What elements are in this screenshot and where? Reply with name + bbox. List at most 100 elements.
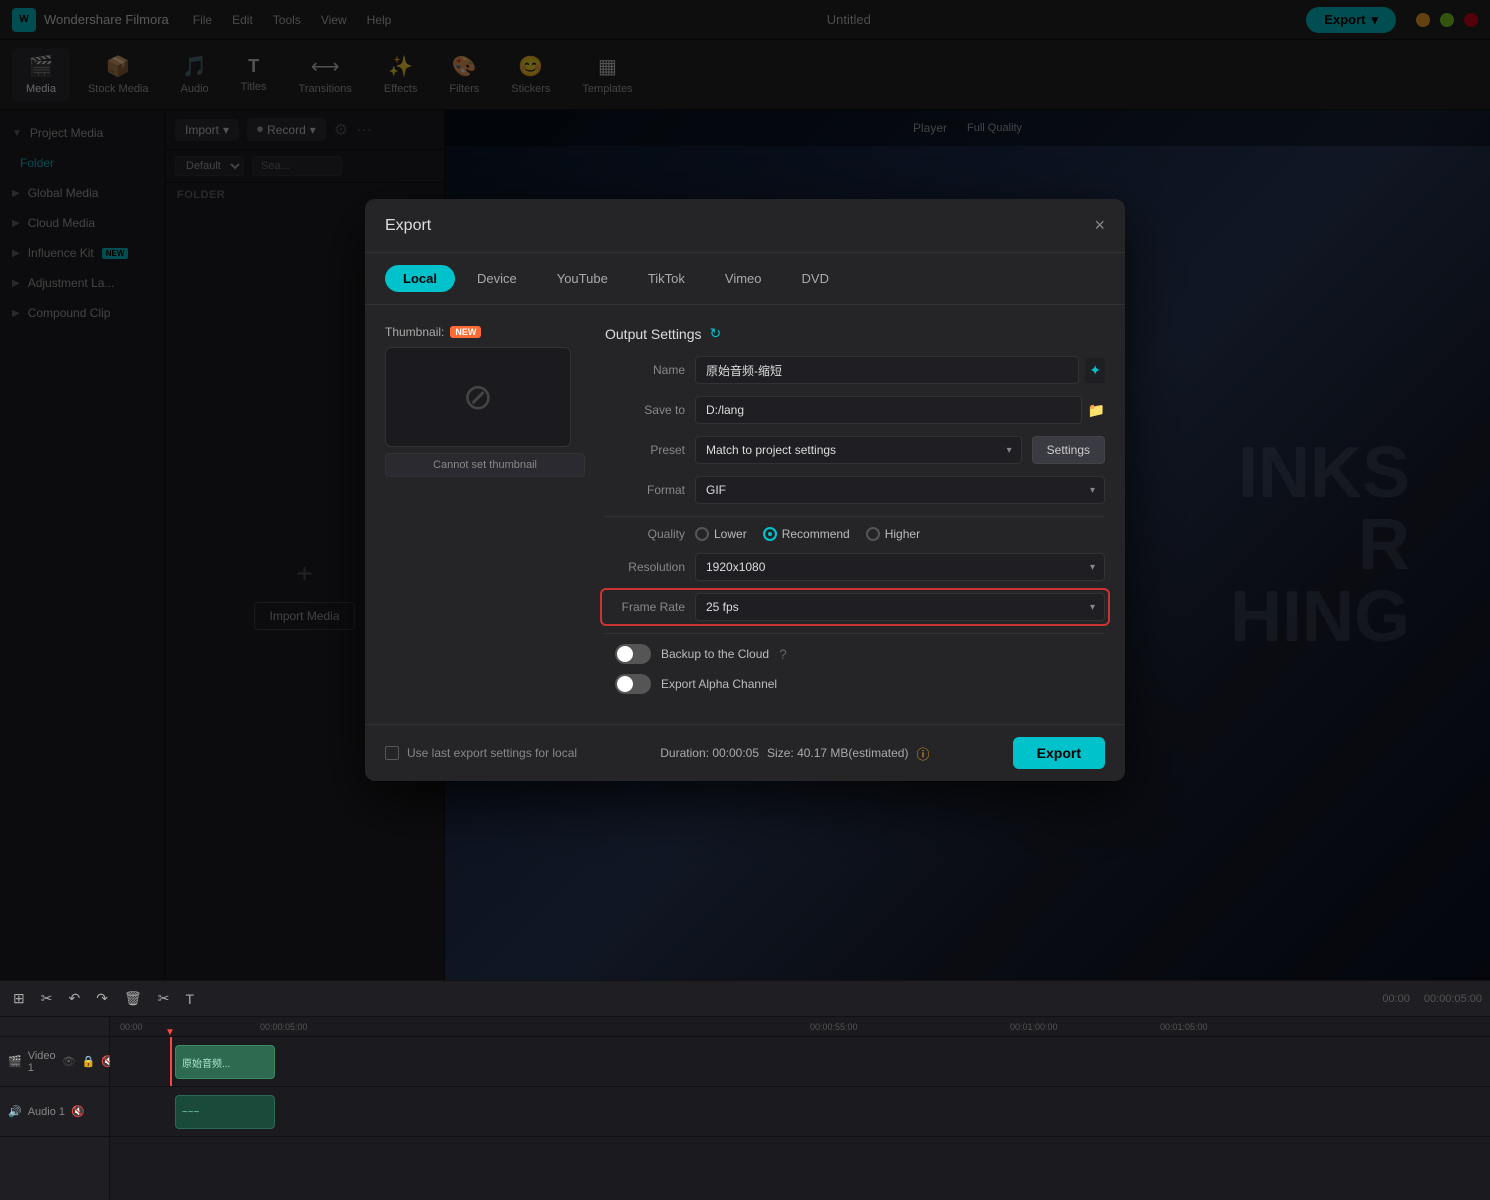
cut-button[interactable]: ✂ bbox=[153, 987, 175, 1010]
quality-row: Quality Lower Recommend Higher bbox=[605, 527, 1105, 541]
tab-youtube[interactable]: YouTube bbox=[539, 265, 626, 292]
browse-folder-button[interactable]: 📁 bbox=[1088, 402, 1105, 419]
clip-label: 原始音频... bbox=[182, 1055, 230, 1070]
delete-button[interactable]: 🗑 bbox=[119, 987, 147, 1010]
frame-rate-select[interactable]: 25 fps bbox=[695, 593, 1105, 621]
tab-tiktok[interactable]: TikTok bbox=[630, 265, 703, 292]
timeline-btn-2[interactable]: ✂ bbox=[36, 987, 58, 1010]
save-to-row: Save to 📁 bbox=[605, 396, 1105, 424]
resolution-label: Resolution bbox=[605, 560, 685, 574]
audio-clip-label: ~~~ bbox=[182, 1107, 200, 1118]
format-row: Format GIF ▾ bbox=[605, 476, 1105, 504]
track-content: 00:00 00:00:05:00 00:00:55:00 00:01:00:0… bbox=[110, 1017, 1490, 1200]
redo-button[interactable]: ↷ bbox=[91, 987, 113, 1010]
timeline-btn-1[interactable]: ⊞ bbox=[8, 987, 30, 1010]
video-clip[interactable]: 原始音频... bbox=[175, 1045, 275, 1079]
separator-1 bbox=[605, 516, 1105, 517]
output-section: Output Settings ↻ Name ✦ Save to bbox=[605, 325, 1105, 704]
use-last-settings: Use last export settings for local bbox=[385, 746, 577, 760]
audio-track-label: 🔊 Audio 1 🔇 bbox=[0, 1087, 109, 1137]
timeline-time-total: 00:00:05:00 bbox=[1424, 993, 1482, 1005]
name-row: Name ✦ bbox=[605, 356, 1105, 384]
video-track-row: 原始音频... bbox=[110, 1037, 1490, 1087]
timeline: ⊞ ✂ ↶ ↷ 🗑 ✂ T 00:00 00:00:05:00 🎬 Video … bbox=[0, 980, 1490, 1200]
dialog-close-button[interactable]: × bbox=[1094, 215, 1105, 236]
video-icon: 🎬 bbox=[8, 1055, 22, 1068]
ai-rename-button[interactable]: ✦ bbox=[1085, 358, 1105, 383]
audio-track-row: ~~~ bbox=[110, 1087, 1490, 1137]
format-select-wrapper: GIF ▾ bbox=[695, 476, 1105, 504]
no-thumbnail-icon: ⊘ bbox=[463, 376, 493, 418]
export-alpha-toggle[interactable] bbox=[615, 674, 651, 694]
dialog-header: Export × bbox=[365, 199, 1125, 253]
export-tab-bar: Local Device YouTube TikTok Vimeo DVD bbox=[365, 253, 1125, 305]
format-select[interactable]: GIF bbox=[695, 476, 1105, 504]
backup-cloud-row: Backup to the Cloud ? bbox=[605, 644, 1105, 664]
tab-local[interactable]: Local bbox=[385, 265, 455, 292]
audio-label: Audio 1 bbox=[28, 1106, 65, 1118]
radio-recommend bbox=[763, 527, 777, 541]
undo-button[interactable]: ↶ bbox=[63, 987, 85, 1010]
export-dialog-button[interactable]: Export bbox=[1013, 737, 1105, 769]
ruler-spacer bbox=[0, 1017, 109, 1037]
timeline-toolbar: ⊞ ✂ ↶ ↷ 🗑 ✂ T 00:00 00:00:05:00 bbox=[0, 981, 1490, 1017]
audio-icon-tl: 🔊 bbox=[8, 1105, 22, 1118]
size-info-icon[interactable]: ⓘ bbox=[916, 744, 929, 763]
radio-lower bbox=[695, 527, 709, 541]
text-button[interactable]: T bbox=[180, 988, 199, 1010]
video-track-label: 🎬 Video 1 👁 🔒 🔇 bbox=[0, 1037, 109, 1087]
thumbnail-preview: ⊘ bbox=[385, 347, 571, 447]
resolution-select[interactable]: 1920x1080 bbox=[695, 553, 1105, 581]
export-dialog: Export × Local Device YouTube TikTok Vim… bbox=[365, 199, 1125, 781]
frame-rate-label: Frame Rate bbox=[605, 600, 685, 614]
settings-button[interactable]: Settings bbox=[1032, 436, 1105, 464]
preset-select-wrapper: Match to project settings ▾ bbox=[695, 436, 1022, 464]
track-ruler: 00:00 00:00:05:00 00:00:55:00 00:01:00:0… bbox=[110, 1017, 1490, 1037]
playhead bbox=[170, 1037, 172, 1086]
save-to-label: Save to bbox=[605, 403, 685, 417]
name-input[interactable] bbox=[695, 356, 1079, 384]
name-input-group: ✦ bbox=[695, 356, 1105, 384]
ruler-mark-0: 00:00 bbox=[120, 1022, 143, 1032]
format-label: Format bbox=[605, 483, 685, 497]
audio-mute-icon[interactable]: 🔇 bbox=[71, 1105, 85, 1118]
ruler-mark-1: 00:00:05:00 bbox=[260, 1022, 308, 1032]
use-last-checkbox[interactable] bbox=[385, 746, 399, 760]
size-label: Size: 40.17 MB(estimated) bbox=[767, 746, 908, 760]
preset-row: Preset Match to project settings ▾ Setti… bbox=[605, 436, 1105, 464]
tab-dvd[interactable]: DVD bbox=[784, 265, 847, 292]
ruler-mark-4: 00:01:05:00 bbox=[1160, 1022, 1208, 1032]
tab-device[interactable]: Device bbox=[459, 265, 535, 292]
backup-cloud-toggle[interactable] bbox=[615, 644, 651, 664]
backup-help-icon[interactable]: ? bbox=[779, 646, 787, 662]
save-to-input[interactable] bbox=[695, 396, 1082, 424]
footer-info: Duration: 00:00:05 Size: 40.17 MB(estima… bbox=[660, 744, 929, 763]
ruler-mark-2: 00:00:55:00 bbox=[810, 1022, 858, 1032]
resolution-row: Resolution 1920x1080 ▾ bbox=[605, 553, 1105, 581]
timeline-track-area: 🎬 Video 1 👁 🔒 🔇 🔊 Audio 1 🔇 00:00 00:00:… bbox=[0, 1017, 1490, 1200]
export-alpha-row: Export Alpha Channel bbox=[605, 674, 1105, 694]
backup-cloud-label: Backup to the Cloud bbox=[661, 647, 769, 661]
track-labels: 🎬 Video 1 👁 🔒 🔇 🔊 Audio 1 🔇 bbox=[0, 1017, 110, 1200]
preset-select[interactable]: Match to project settings bbox=[695, 436, 1022, 464]
dialog-body: Thumbnail: NEW ⊘ Cannot set thumbnail Ou… bbox=[365, 305, 1125, 724]
resolution-select-wrapper: 1920x1080 ▾ bbox=[695, 553, 1105, 581]
thumbnail-label: Thumbnail: NEW bbox=[385, 325, 585, 339]
export-alpha-label: Export Alpha Channel bbox=[661, 677, 777, 691]
refresh-icon[interactable]: ↻ bbox=[710, 325, 722, 342]
ruler-mark-3: 00:01:00:00 bbox=[1010, 1022, 1058, 1032]
eye-icon[interactable]: 👁 bbox=[62, 1055, 76, 1068]
duration-label: Duration: 00:00:05 bbox=[660, 746, 759, 760]
quality-recommend[interactable]: Recommend bbox=[763, 527, 850, 541]
preset-label: Preset bbox=[605, 443, 685, 457]
dialog-overlay: Export × Local Device YouTube TikTok Vim… bbox=[0, 0, 1490, 980]
thumbnail-section: Thumbnail: NEW ⊘ Cannot set thumbnail bbox=[385, 325, 585, 704]
frame-rate-row: Frame Rate 25 fps ▾ bbox=[605, 593, 1105, 621]
tab-vimeo[interactable]: Vimeo bbox=[707, 265, 780, 292]
quality-lower[interactable]: Lower bbox=[695, 527, 747, 541]
lock-icon[interactable]: 🔒 bbox=[82, 1055, 96, 1068]
audio-clip[interactable]: ~~~ bbox=[175, 1095, 275, 1129]
output-title: Output Settings ↻ bbox=[605, 325, 1105, 342]
quality-higher[interactable]: Higher bbox=[866, 527, 920, 541]
name-label: Name bbox=[605, 363, 685, 377]
